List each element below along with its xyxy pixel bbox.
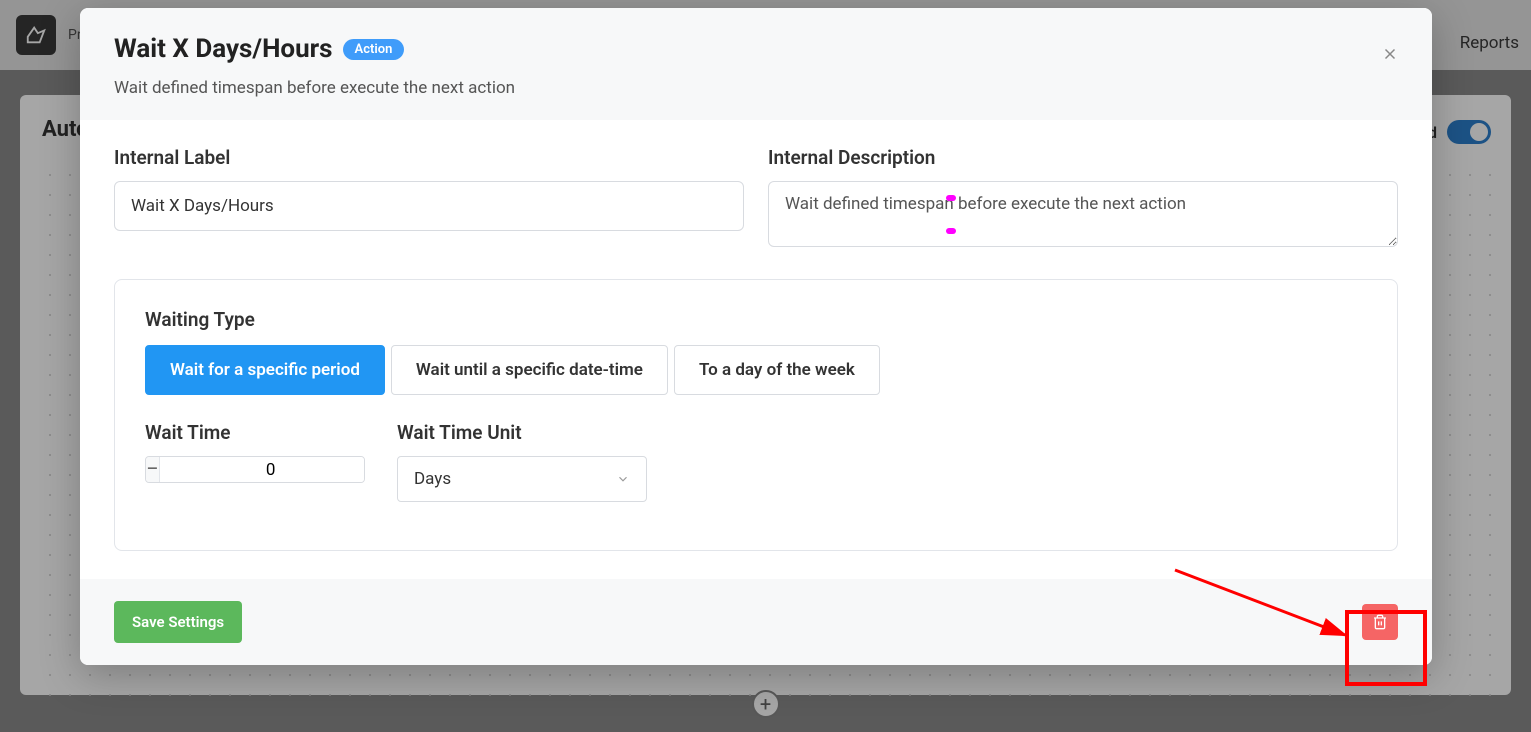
wait-unit-col: Wait Time Unit Days	[397, 421, 647, 502]
trash-icon	[1372, 614, 1388, 630]
modal-footer: Save Settings	[80, 579, 1432, 665]
annotation-marker	[946, 228, 956, 234]
wait-time-input[interactable]	[159, 457, 365, 482]
delete-button[interactable]	[1362, 604, 1398, 640]
internal-desc-field: Internal Description	[768, 146, 1398, 251]
internal-label-field: Internal Label	[114, 146, 744, 251]
wait-unit-select[interactable]: Days	[397, 456, 647, 502]
close-button[interactable]	[1376, 40, 1404, 68]
wait-unit-value: Days	[414, 469, 451, 489]
waiting-type-segment: Wait for a specific period Wait until a …	[145, 345, 1367, 395]
wait-action-modal: Wait X Days/Hours Action Wait defined ti…	[80, 8, 1432, 665]
internal-desc-input[interactable]	[768, 181, 1398, 247]
annotation-marker	[946, 195, 956, 201]
internal-label-input[interactable]	[114, 181, 744, 231]
modal-header: Wait X Days/Hours Action Wait defined ti…	[80, 8, 1432, 120]
seg-day-of-week[interactable]: To a day of the week	[674, 345, 880, 395]
seg-specific-datetime[interactable]: Wait until a specific date-time	[391, 345, 668, 395]
chevron-down-icon	[616, 472, 630, 486]
waiting-type-panel: Waiting Type Wait for a specific period …	[114, 279, 1398, 551]
modal-title: Wait X Days/Hours	[114, 34, 333, 64]
modal-subtitle: Wait defined timespan before execute the…	[114, 78, 1398, 98]
internal-desc-heading: Internal Description	[768, 146, 1398, 169]
close-icon	[1381, 45, 1399, 63]
wait-time-label: Wait Time	[145, 421, 365, 444]
action-badge: Action	[343, 39, 405, 60]
stepper-decrement[interactable]: −	[146, 457, 159, 482]
wait-unit-label: Wait Time Unit	[397, 421, 647, 444]
wait-time-stepper: − +	[145, 456, 365, 483]
internal-label-heading: Internal Label	[114, 146, 744, 169]
waiting-type-label: Waiting Type	[145, 308, 1367, 331]
seg-specific-period[interactable]: Wait for a specific period	[145, 345, 385, 395]
modal-body: Internal Label Internal Description Wait…	[80, 120, 1432, 551]
save-settings-button[interactable]: Save Settings	[114, 601, 242, 643]
wait-time-col: Wait Time − +	[145, 421, 365, 502]
